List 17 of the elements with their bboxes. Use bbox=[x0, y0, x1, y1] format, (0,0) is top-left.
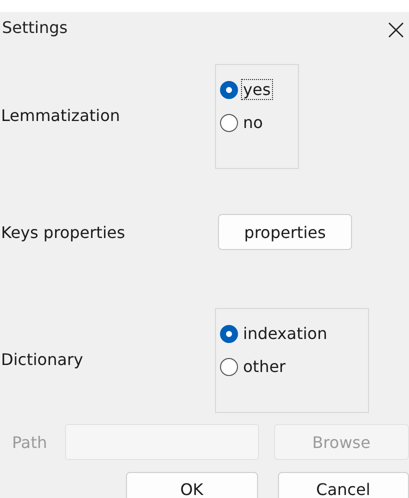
radio-button[interactable] bbox=[220, 358, 238, 376]
option-label[interactable]: other bbox=[241, 356, 288, 377]
window-title: Settings bbox=[2, 18, 68, 37]
option-label[interactable]: yes bbox=[241, 79, 273, 100]
ok-button[interactable]: OK bbox=[126, 472, 258, 498]
radio-button[interactable] bbox=[220, 114, 238, 132]
radio-button[interactable] bbox=[220, 324, 238, 342]
option-label[interactable]: no bbox=[241, 112, 265, 133]
properties-button[interactable]: properties bbox=[218, 214, 352, 250]
setting-label: Keys properties bbox=[0, 222, 126, 242]
setting-label: Dictionary bbox=[0, 350, 84, 369]
close-icon[interactable] bbox=[388, 22, 404, 38]
path-label: Path bbox=[11, 432, 48, 452]
setting-label: Lemmatization bbox=[0, 106, 122, 125]
option-label[interactable]: indexation bbox=[241, 323, 330, 344]
radio-button[interactable] bbox=[220, 80, 238, 98]
cancel-button[interactable]: Cancel bbox=[278, 472, 409, 498]
